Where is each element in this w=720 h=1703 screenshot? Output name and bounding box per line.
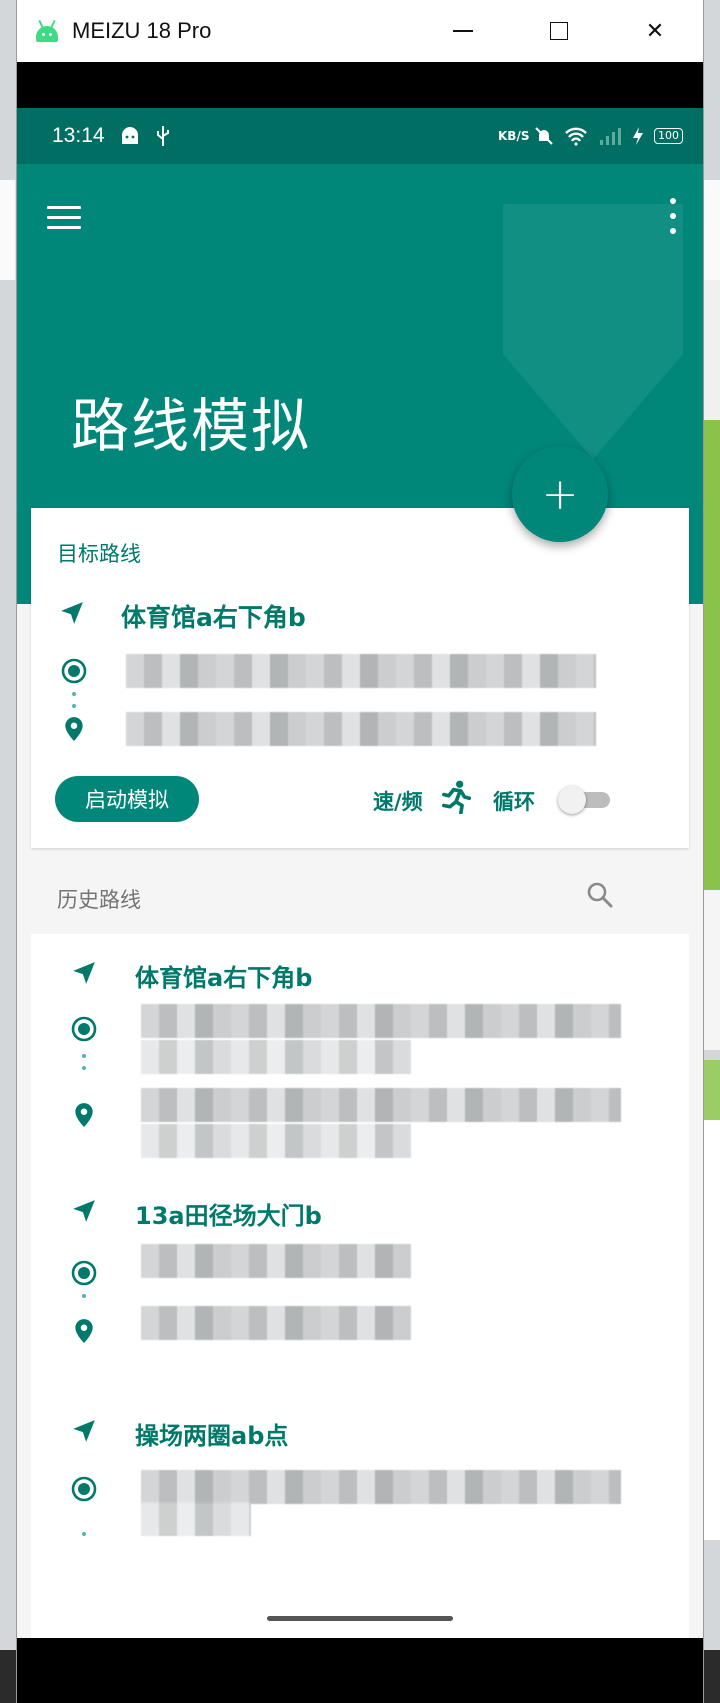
start-address-redacted xyxy=(126,654,596,688)
target-route-section-label: 目标路线 xyxy=(57,542,141,566)
location-watermark-icon xyxy=(503,204,683,459)
start-address-redacted xyxy=(141,1502,251,1536)
charging-icon xyxy=(633,127,643,145)
loop-toggle[interactable] xyxy=(558,786,610,814)
end-point-pin-icon xyxy=(75,1103,93,1127)
start-address-redacted xyxy=(141,1244,411,1278)
route-connector-dots xyxy=(82,1294,86,1306)
navigation-arrow-icon xyxy=(73,1200,95,1222)
phone-screen: 13:14 KB/S 100 路线模拟 + 目标路线 体育馆a右下角b 启动模拟… xyxy=(17,108,703,1638)
start-point-icon xyxy=(61,658,87,684)
minimize-button[interactable] xyxy=(415,0,511,62)
end-point-pin-icon xyxy=(75,1319,93,1343)
network-speed: KB/S xyxy=(498,128,530,143)
window-title: MEIZU 18 Pro xyxy=(72,18,212,43)
loop-label: 循环 xyxy=(493,790,535,814)
status-bar: 13:14 KB/S 100 xyxy=(17,108,703,164)
speed-frequency-button[interactable]: 速/频 xyxy=(373,786,423,816)
window-titlebar[interactable]: MEIZU 18 Pro ✕ xyxy=(17,0,703,62)
start-address-redacted xyxy=(141,1004,621,1038)
end-address-redacted xyxy=(141,1088,621,1122)
history-route-item[interactable]: 体育馆a右下角b xyxy=(31,934,689,1174)
more-vertical-icon[interactable] xyxy=(665,198,681,234)
history-route-name: 13a田径场大门b xyxy=(135,1202,322,1230)
start-address-redacted xyxy=(141,1470,621,1504)
target-route-card: 目标路线 体育馆a右下角b 启动模拟 速/频 循环 xyxy=(31,508,689,848)
end-address-redacted xyxy=(126,712,596,746)
close-button[interactable]: ✕ xyxy=(607,0,703,62)
history-section-label: 历史路线 xyxy=(57,888,141,912)
minimize-icon xyxy=(453,30,473,32)
android-debug-icon xyxy=(121,127,138,144)
end-address-redacted xyxy=(141,1306,411,1340)
end-address-redacted xyxy=(141,1124,411,1158)
mute-bell-icon xyxy=(535,127,553,145)
emulator-window: MEIZU 18 Pro ✕ 13:14 KB/S 100 路线模拟 + 目标路… xyxy=(16,0,704,1703)
history-route-item[interactable]: 操场两圈ab点 xyxy=(31,1394,689,1594)
maximize-icon xyxy=(550,22,568,40)
usb-icon xyxy=(156,126,169,146)
navigation-arrow-icon xyxy=(61,602,83,624)
start-address-redacted xyxy=(141,1040,411,1074)
history-route-item[interactable]: 13a田径场大门b xyxy=(31,1174,689,1394)
battery-level: 100 xyxy=(654,128,683,144)
history-route-name: 体育馆a右下角b xyxy=(135,964,313,992)
close-icon: ✕ xyxy=(645,18,665,44)
start-point-icon xyxy=(71,1016,97,1042)
hamburger-menu-icon[interactable] xyxy=(47,206,81,230)
status-time: 13:14 xyxy=(52,124,105,147)
start-point-icon xyxy=(71,1260,97,1286)
signal-icon xyxy=(600,128,621,145)
history-route-name: 操场两圈ab点 xyxy=(135,1422,289,1450)
route-connector-dots xyxy=(82,1532,86,1544)
wifi-icon xyxy=(565,127,587,146)
plus-icon: + xyxy=(541,468,579,520)
add-route-button[interactable]: + xyxy=(512,446,608,542)
home-indicator[interactable] xyxy=(267,1616,453,1621)
android-logo-icon xyxy=(34,18,60,44)
desktop-background-left xyxy=(0,180,16,280)
navigation-arrow-icon xyxy=(73,962,95,984)
navigation-arrow-icon xyxy=(73,1420,95,1442)
history-route-list: 体育馆a右下角b 13a田径场大门b 操场两圈ab点 xyxy=(31,934,689,1638)
maximize-button[interactable] xyxy=(511,0,607,62)
start-simulation-button[interactable]: 启动模拟 xyxy=(55,776,199,822)
search-icon[interactable] xyxy=(585,880,615,910)
start-point-icon xyxy=(71,1476,97,1502)
route-connector-dots xyxy=(82,1054,86,1078)
end-point-pin-icon xyxy=(65,717,83,741)
running-person-icon[interactable] xyxy=(441,780,471,814)
page-title: 路线模拟 xyxy=(71,392,312,460)
route-connector-dots xyxy=(72,692,76,716)
target-route-name: 体育馆a右下角b xyxy=(121,603,306,632)
